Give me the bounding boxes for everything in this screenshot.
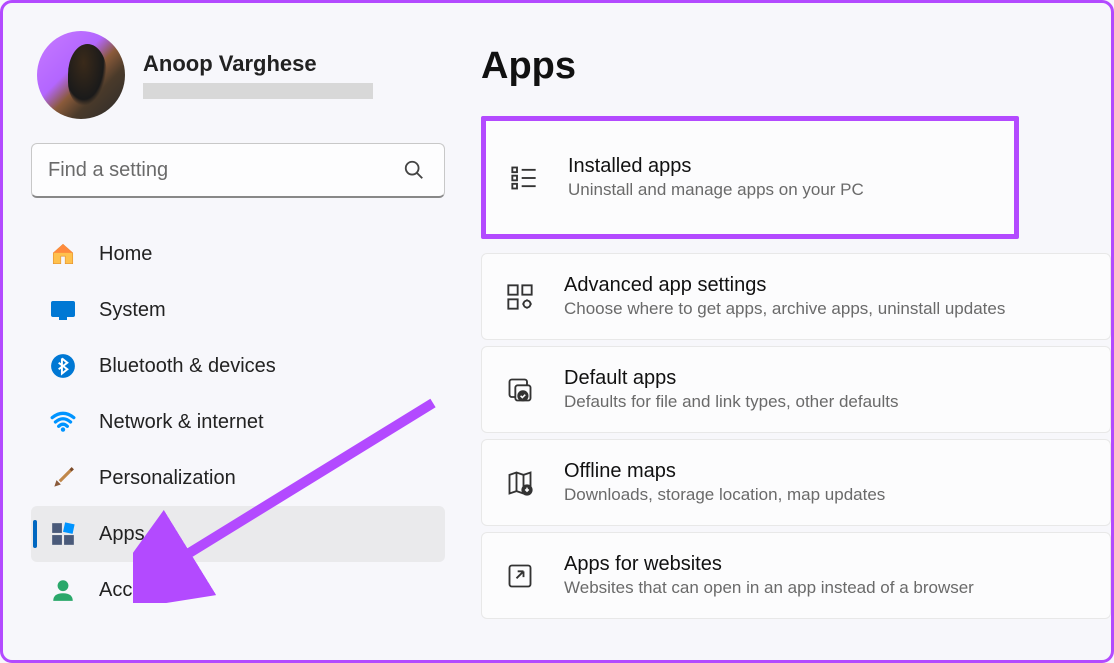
system-icon	[49, 296, 77, 324]
nav-item-label: Bluetooth & devices	[99, 355, 276, 378]
accounts-icon	[49, 576, 77, 604]
profile-email-redacted	[143, 83, 373, 99]
bluetooth-icon	[49, 352, 77, 380]
profile-info: Anoop Varghese	[143, 51, 373, 99]
card-desc: Choose where to get apps, archive apps, …	[564, 299, 1005, 319]
card-default-apps[interactable]: Default apps Defaults for file and link …	[481, 346, 1111, 433]
card-desc: Uninstall and manage apps on your PC	[568, 180, 864, 200]
search-icon	[400, 156, 428, 184]
card-text: Apps for websites Websites that can open…	[564, 553, 974, 598]
nav-item-accounts[interactable]: Accounts	[31, 562, 445, 618]
card-desc: Defaults for file and link types, other …	[564, 392, 899, 412]
card-text: Advanced app settings Choose where to ge…	[564, 274, 1005, 319]
apps-icon	[49, 520, 77, 548]
nav-item-personalization[interactable]: Personalization	[31, 450, 445, 506]
nav-item-label: Personalization	[99, 467, 236, 490]
page-title: Apps	[481, 45, 1111, 88]
card-text: Installed apps Uninstall and manage apps…	[568, 155, 864, 200]
nav-item-label: Accounts	[99, 579, 181, 602]
card-offline-maps[interactable]: Offline maps Downloads, storage location…	[481, 439, 1111, 526]
avatar	[37, 31, 125, 119]
offline-maps-icon	[504, 467, 536, 499]
nav-item-system[interactable]: System	[31, 282, 445, 338]
card-desc: Downloads, storage location, map updates	[564, 485, 885, 505]
card-apps-for-websites[interactable]: Apps for websites Websites that can open…	[481, 532, 1111, 619]
card-desc: Websites that can open in an app instead…	[564, 578, 974, 598]
main-content: Apps Installed apps Uninstall and manage…	[463, 3, 1111, 660]
nav-item-home[interactable]: Home	[31, 226, 445, 282]
profile-section[interactable]: Anoop Varghese	[31, 31, 445, 119]
nav-item-apps[interactable]: Apps	[31, 506, 445, 562]
card-title: Default apps	[564, 367, 899, 390]
advanced-settings-icon	[504, 281, 536, 313]
search-input[interactable]	[48, 159, 400, 182]
card-title: Advanced app settings	[564, 274, 1005, 297]
card-title: Installed apps	[568, 155, 864, 178]
nav-item-network[interactable]: Network & internet	[31, 394, 445, 450]
nav-item-bluetooth[interactable]: Bluetooth & devices	[31, 338, 445, 394]
search-box[interactable]	[31, 143, 445, 198]
nav-item-label: Network & internet	[99, 411, 264, 434]
card-text: Default apps Defaults for file and link …	[564, 367, 899, 412]
card-installed-apps[interactable]: Installed apps Uninstall and manage apps…	[481, 116, 1019, 239]
nav-item-label: Apps	[99, 523, 145, 546]
sidebar: Anoop Varghese Home System Bluetooth & d	[3, 3, 463, 660]
wifi-icon	[49, 408, 77, 436]
nav-item-label: System	[99, 299, 166, 322]
profile-name: Anoop Varghese	[143, 51, 373, 77]
nav-item-label: Home	[99, 243, 152, 266]
paintbrush-icon	[49, 464, 77, 492]
cards-list: Installed apps Uninstall and manage apps…	[481, 116, 1111, 619]
card-title: Apps for websites	[564, 553, 974, 576]
installed-apps-icon	[508, 162, 540, 194]
home-icon	[49, 240, 77, 268]
card-advanced-app-settings[interactable]: Advanced app settings Choose where to ge…	[481, 253, 1111, 340]
card-text: Offline maps Downloads, storage location…	[564, 460, 885, 505]
default-apps-icon	[504, 374, 536, 406]
nav: Home System Bluetooth & devices Network …	[31, 226, 445, 618]
apps-for-websites-icon	[504, 560, 536, 592]
card-title: Offline maps	[564, 460, 885, 483]
